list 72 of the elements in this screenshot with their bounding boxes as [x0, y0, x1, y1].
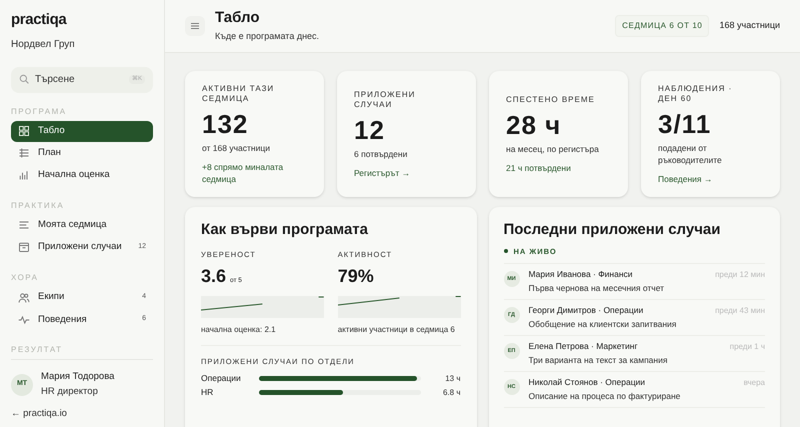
user-role: HR директор: [41, 384, 99, 399]
list-icon: [18, 147, 30, 160]
lines-icon: [18, 219, 30, 232]
metric-caption: активни участници в седмица 6: [338, 324, 456, 335]
nav-label: Начална оценка: [38, 168, 111, 182]
people-icon: [18, 292, 30, 304]
section-heading: РЕЗУЛТАТ: [11, 344, 64, 356]
case-time: преди 43 мин: [715, 304, 765, 317]
stat-label: АКТИВНИ ТАЗИ СЕДМИЦА: [202, 84, 276, 104]
nav-label: План: [38, 146, 62, 160]
stat-value: 3/11: [658, 108, 712, 140]
stat-link[interactable]: +8 спрямо миналата седмица: [202, 160, 307, 184]
nav-label: Поведения: [38, 312, 88, 327]
stat-link[interactable]: 21 ч потвърдени: [506, 162, 611, 174]
nav-label: Екипи: [38, 290, 66, 304]
case-description: Описание на процеса по фактуриране: [528, 390, 682, 402]
card-title: Последни приложени случаи: [504, 220, 722, 240]
organization-name: Нордвел Груп: [11, 38, 76, 52]
nav-item[interactable]: Начална оценка: [11, 164, 153, 186]
case-author: Николай Стоянов · Операции: [528, 376, 646, 388]
case-author: Георги Димитров · Операции: [528, 304, 644, 316]
stat-label: ПРИЛОЖЕНИ СЛУЧАИ: [354, 90, 416, 110]
case-author: Мария Иванова · Финанси: [528, 268, 634, 280]
stat-note: 6 потвърдени: [354, 148, 408, 160]
metric-caption: начална оценка: 2.1: [201, 324, 277, 335]
section-heading: ПРАКТИКА: [11, 200, 66, 212]
card-title: Как върви програмата: [201, 220, 369, 240]
case-description: Първа чернова на месечния отчет: [528, 282, 666, 294]
department-reading: 6.8 ч: [442, 386, 460, 398]
case-time: преди 1 ч: [730, 340, 765, 353]
nav-item[interactable]: План: [11, 142, 153, 164]
case-time: вчера: [744, 376, 765, 389]
stat-value: 28 ч: [506, 108, 562, 142]
nav-label: Приложени случаи: [38, 240, 123, 254]
menu-icon: [191, 23, 199, 29]
department-name: Операции: [201, 372, 242, 385]
logo: practiqa: [11, 12, 68, 27]
nav-label: Моята седмица: [38, 218, 108, 232]
stat-link[interactable]: Поведения →: [658, 172, 763, 184]
week-badge: СЕДМИЦА 6 ОТ 10: [615, 15, 710, 37]
case-time: преди 12 мин: [715, 268, 765, 281]
case-author: Елена Петрова · Маркетинг: [528, 340, 639, 352]
nav-item[interactable]: Моята седмица: [11, 214, 153, 236]
stat-label: СПЕСТЕНО ВРЕМЕ: [506, 94, 596, 104]
stat-link[interactable]: Регистърът →: [354, 166, 459, 178]
site-link[interactable]: ← practiqa.io: [11, 406, 153, 422]
page-title: Табло: [215, 8, 261, 28]
calendar-icon: [18, 241, 30, 254]
menu-button[interactable]: [185, 16, 205, 36]
case-description: Три варианта на текст за кампания: [528, 354, 668, 366]
stat-note: подадени от ръководителите: [658, 142, 723, 166]
metric-value: 79%: [338, 264, 374, 288]
nav-label: Табло: [38, 124, 66, 138]
metric-value: 3.6: [201, 264, 226, 288]
user-name: Мария Тодорова: [41, 370, 114, 384]
page-subtitle: Къде е програмата днес.: [215, 30, 320, 43]
section-heading: ПРОГРАМА: [11, 106, 68, 118]
stat-note: от 168 участници: [202, 142, 271, 154]
department-name: HR: [201, 386, 214, 399]
stat-label: НАБЛЮДЕНИЯ · ДЕН 60: [658, 84, 734, 104]
stat-value: 132: [202, 108, 250, 140]
stat-value: 12: [354, 114, 386, 146]
grid-icon: [18, 125, 30, 138]
stat-note: на месец, по регистъра: [506, 142, 600, 154]
case-description: Обобщение на клиентски запитвания: [528, 318, 678, 330]
search-icon: [19, 74, 29, 84]
bar-chart-icon: [18, 169, 30, 182]
department-reading: 13 ч: [444, 372, 460, 384]
nav-item[interactable]: Табло: [11, 120, 153, 142]
participants-count: 168 участници: [719, 19, 780, 32]
pulse-icon: [18, 314, 30, 326]
section-heading: ХОРА: [11, 272, 40, 284]
